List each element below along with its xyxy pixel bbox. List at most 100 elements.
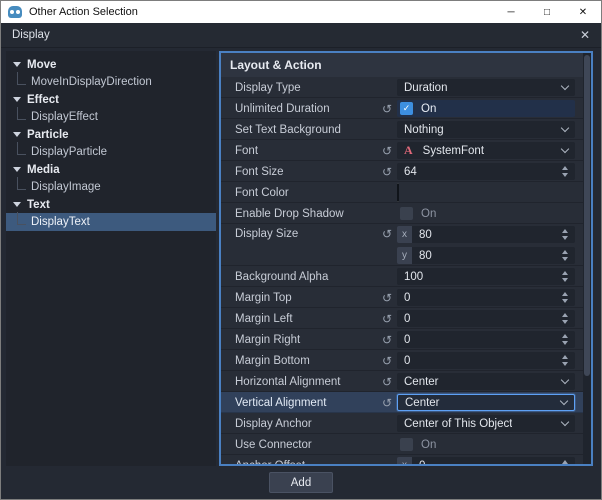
row-display-anchor: Display Anchor Center of This Object xyxy=(221,413,591,434)
tree-indent-line xyxy=(17,71,26,85)
tree-group-move[interactable]: Move xyxy=(6,56,216,73)
vertical-alignment-dropdown[interactable]: Center xyxy=(397,394,575,411)
font-color-swatch[interactable] xyxy=(397,182,399,202)
revert-icon[interactable]: ↺ xyxy=(377,312,397,326)
margin-right-spinner[interactable]: 0 xyxy=(397,331,575,348)
row-use-connector: Use Connector On xyxy=(221,434,591,455)
spin-down-icon[interactable] xyxy=(562,320,568,324)
close-button[interactable]: ✕ xyxy=(565,1,601,23)
anchor-offset-x-spinner[interactable]: 0 xyxy=(412,457,575,464)
spin-down-icon[interactable] xyxy=(562,278,568,282)
unlimited-duration-checkbox[interactable]: ✓ xyxy=(400,102,413,115)
tree-item-displayparticle[interactable]: DisplayParticle xyxy=(6,141,216,161)
axis-x-label: x xyxy=(397,457,412,464)
margin-left-spinner[interactable]: 0 xyxy=(397,310,575,327)
spin-up-icon[interactable] xyxy=(562,271,568,275)
row-anchor-offset: Anchor Offset x 0 xyxy=(221,455,591,464)
tree-group-effect[interactable]: Effect xyxy=(6,91,216,108)
inspector-scrollbar[interactable] xyxy=(583,53,591,464)
spin-up-icon[interactable] xyxy=(562,166,568,170)
revert-icon[interactable]: ↺ xyxy=(377,291,397,305)
display-anchor-dropdown[interactable]: Center of This Object xyxy=(397,415,575,432)
revert-icon[interactable]: ↺ xyxy=(377,102,397,116)
axis-y-label: y xyxy=(397,247,412,264)
margin-bottom-spinner[interactable]: 0 xyxy=(397,352,575,369)
property-label: Background Alpha xyxy=(235,270,329,283)
spin-up-icon[interactable] xyxy=(562,355,568,359)
spinner-value: 100 xyxy=(404,270,424,283)
revert-icon[interactable]: ↺ xyxy=(377,224,397,245)
tree-item-label: DisplayEffect xyxy=(31,111,98,123)
property-rows: Display Type Duration Unlimited Duration… xyxy=(221,77,591,464)
tree-item-label: DisplayImage xyxy=(31,181,101,193)
tree-item-displayeffect[interactable]: DisplayEffect xyxy=(6,106,216,126)
background-alpha-spinner[interactable]: 100 xyxy=(397,268,575,285)
spin-down-icon[interactable] xyxy=(562,362,568,366)
row-margin-left: Margin Left ↺ 0 xyxy=(221,308,591,329)
tree-indent-line xyxy=(17,176,26,190)
dropdown-value: Center of This Object xyxy=(404,417,513,430)
revert-icon[interactable]: ↺ xyxy=(377,333,397,347)
chevron-down-icon xyxy=(560,123,570,133)
chevron-down-icon xyxy=(560,375,570,385)
horizontal-alignment-dropdown[interactable]: Center xyxy=(397,373,575,390)
spin-up-icon[interactable] xyxy=(562,460,568,464)
font-resource-dropdown[interactable]: A SystemFont xyxy=(397,142,575,159)
scrollbar-thumb[interactable] xyxy=(584,55,590,376)
stepper xyxy=(562,229,568,240)
app-icon xyxy=(8,6,22,18)
spin-down-icon[interactable] xyxy=(562,341,568,345)
tree-item-label: DisplayText xyxy=(31,216,90,228)
row-font-size: Font Size ↺ 64 xyxy=(221,161,591,182)
spin-down-icon[interactable] xyxy=(562,299,568,303)
add-button[interactable]: Add xyxy=(269,472,333,493)
spin-down-icon[interactable] xyxy=(562,236,568,240)
spin-up-icon[interactable] xyxy=(562,313,568,317)
spinner-value: 0 xyxy=(404,354,411,367)
spin-down-icon[interactable] xyxy=(562,173,568,177)
property-label: Display Anchor xyxy=(235,417,312,430)
margin-top-spinner[interactable]: 0 xyxy=(397,289,575,306)
revert-icon[interactable]: ↺ xyxy=(377,144,397,158)
stepper xyxy=(562,166,568,177)
spin-up-icon[interactable] xyxy=(562,334,568,338)
tree-group-media[interactable]: Media xyxy=(6,161,216,178)
font-size-spinner[interactable]: 64 xyxy=(397,163,575,180)
minimize-button[interactable]: ─ xyxy=(493,1,529,23)
spin-up-icon[interactable] xyxy=(562,229,568,233)
enable-drop-shadow-checkbox[interactable] xyxy=(400,207,413,220)
spinner-value: 80 xyxy=(419,249,432,262)
spin-down-icon[interactable] xyxy=(562,257,568,261)
set-text-background-dropdown[interactable]: Nothing xyxy=(397,121,575,138)
display-type-dropdown[interactable]: Duration xyxy=(397,79,575,96)
display-size-y-spinner[interactable]: 80 xyxy=(412,247,575,264)
chevron-down-icon xyxy=(560,144,570,154)
row-margin-right: Margin Right ↺ 0 xyxy=(221,329,591,350)
other-action-selection-window: Other Action Selection ─ □ ✕ Display ✕ M… xyxy=(0,0,602,500)
spin-up-icon[interactable] xyxy=(562,292,568,296)
revert-icon[interactable]: ↺ xyxy=(377,375,397,389)
stepper xyxy=(562,250,568,261)
row-background-alpha: Background Alpha 100 xyxy=(221,266,591,287)
revert-icon[interactable]: ↺ xyxy=(377,354,397,368)
use-connector-checkbox[interactable] xyxy=(400,438,413,451)
tree-group-label: Particle xyxy=(27,128,69,141)
dialog-close-icon[interactable]: ✕ xyxy=(580,28,590,42)
row-enable-drop-shadow: Enable Drop Shadow On xyxy=(221,203,591,224)
tree-item-displayimage[interactable]: DisplayImage xyxy=(6,176,216,196)
tree-group-text[interactable]: Text xyxy=(6,196,216,213)
revert-icon[interactable]: ↺ xyxy=(377,396,397,410)
maximize-button[interactable]: □ xyxy=(529,1,565,23)
dropdown-value: SystemFont xyxy=(422,144,485,157)
revert-icon[interactable]: ↺ xyxy=(377,165,397,179)
display-size-x-spinner[interactable]: 80 xyxy=(412,226,575,243)
tree-group-label: Text xyxy=(27,198,50,211)
tree-group-particle[interactable]: Particle xyxy=(6,126,216,143)
titlebar: Other Action Selection ─ □ ✕ xyxy=(1,1,601,23)
tree-item-displaytext[interactable]: DisplayText xyxy=(6,211,216,231)
tree-item-moveindisplaydirection[interactable]: MoveInDisplayDirection xyxy=(6,71,216,91)
property-label: Set Text Background xyxy=(235,123,341,136)
chevron-expanded-icon xyxy=(13,202,21,207)
chevron-expanded-icon xyxy=(13,167,21,172)
spin-up-icon[interactable] xyxy=(562,250,568,254)
